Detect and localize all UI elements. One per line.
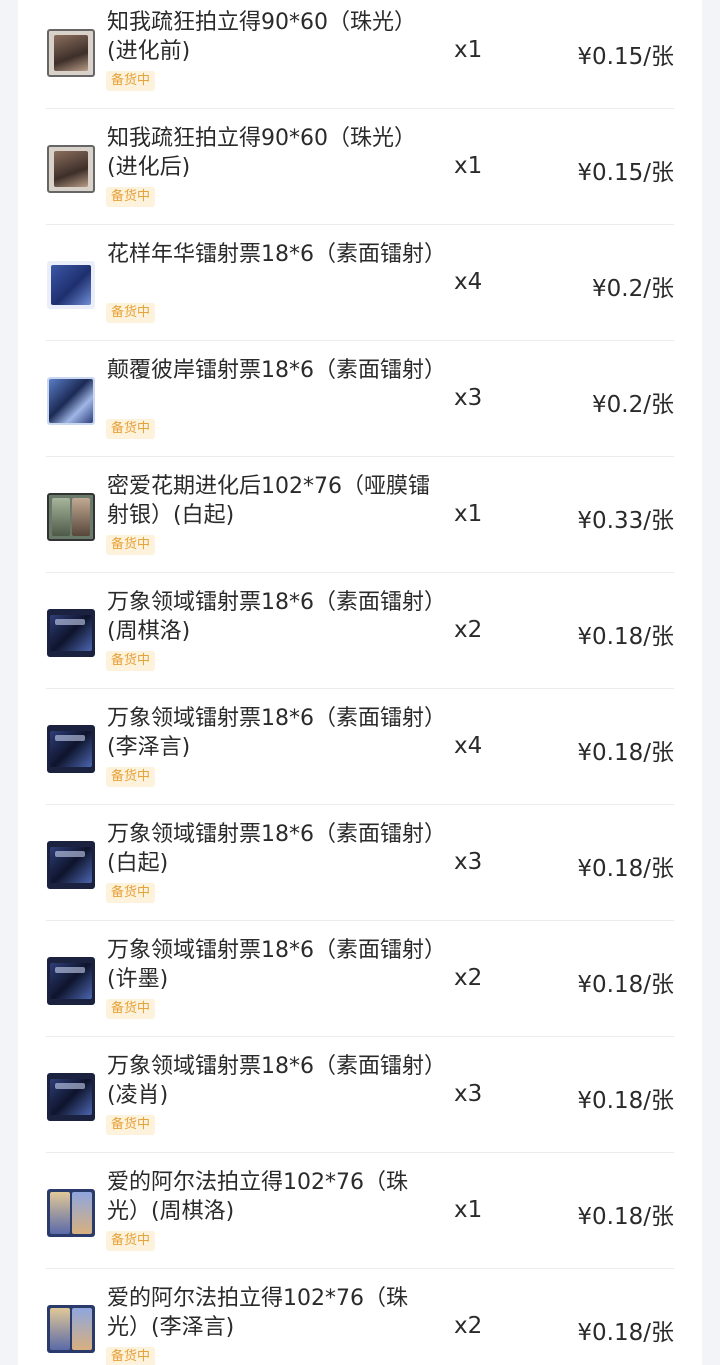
- thumbnail-art: [54, 35, 88, 71]
- thumbnail-detail: [55, 851, 85, 857]
- item-quantity: x1: [454, 153, 483, 179]
- item-quantity: x1: [454, 501, 483, 527]
- status-badge: 备货中: [106, 883, 156, 903]
- product-thumbnail[interactable]: [47, 29, 95, 77]
- product-title[interactable]: 万象领域镭射票18*6（素面镭射）(李泽言): [107, 704, 437, 762]
- order-item-row[interactable]: 颠覆彼岸镭射票18*6（素面镭射） 备货中 x3 ¥0.2/张: [46, 341, 674, 457]
- status-badge: 备货中: [106, 1115, 156, 1135]
- order-item-row[interactable]: 爱的阿尔法拍立得102*76（珠光）(李泽言) 备货中 x2 ¥0.18/张: [46, 1269, 674, 1365]
- product-title[interactable]: 万象领域镭射票18*6（素面镭射）(许墨): [107, 936, 437, 994]
- thumbnail-art: [51, 265, 91, 305]
- thumbnail-detail: [72, 498, 90, 536]
- product-thumbnail[interactable]: [47, 609, 95, 657]
- status-badge: 备货中: [106, 187, 156, 207]
- status-badge: 备货中: [106, 419, 156, 439]
- status-badge: 备货中: [106, 535, 156, 555]
- thumbnail-detail: [55, 619, 85, 625]
- unit-price: ¥0.15/张: [577, 160, 674, 186]
- unit-price: ¥0.15/张: [577, 44, 674, 70]
- product-thumbnail[interactable]: [47, 1305, 95, 1353]
- product-thumbnail[interactable]: [47, 145, 95, 193]
- product-title[interactable]: 知我疏狂拍立得90*60（珠光）(进化前): [107, 8, 437, 66]
- item-quantity: x1: [454, 1197, 483, 1223]
- item-quantity: x3: [454, 849, 483, 875]
- product-thumbnail[interactable]: [47, 725, 95, 773]
- item-quantity: x3: [454, 1081, 483, 1107]
- product-thumbnail[interactable]: [47, 1073, 95, 1121]
- unit-price: ¥0.18/张: [577, 624, 674, 650]
- order-item-row[interactable]: 花样年华镭射票18*6（素面镭射） 备货中 x4 ¥0.2/张: [46, 225, 674, 341]
- product-title[interactable]: 爱的阿尔法拍立得102*76（珠光）(周棋洛): [107, 1168, 437, 1226]
- product-title[interactable]: 密爱花期进化后102*76（哑膜镭射银）(白起): [107, 472, 437, 530]
- product-thumbnail[interactable]: [47, 841, 95, 889]
- status-badge: 备货中: [106, 1347, 156, 1365]
- order-item-row[interactable]: 万象领域镭射票18*6（素面镭射）(凌肖) 备货中 x3 ¥0.18/张: [46, 1037, 674, 1153]
- unit-price: ¥0.18/张: [577, 1204, 674, 1230]
- product-title[interactable]: 颠覆彼岸镭射票18*6（素面镭射）: [107, 356, 446, 385]
- order-item-row[interactable]: 万象领域镭射票18*6（素面镭射）(周棋洛) 备货中 x2 ¥0.18/张: [46, 573, 674, 689]
- product-title[interactable]: 万象领域镭射票18*6（素面镭射）(凌肖): [107, 1052, 437, 1110]
- unit-price: ¥0.2/张: [592, 392, 674, 418]
- product-title[interactable]: 万象领域镭射票18*6（素面镭射）(周棋洛): [107, 588, 437, 646]
- unit-price: ¥0.18/张: [577, 972, 674, 998]
- unit-price: ¥0.18/张: [577, 1088, 674, 1114]
- item-quantity: x3: [454, 385, 483, 411]
- product-thumbnail[interactable]: [47, 493, 95, 541]
- thumbnail-detail: [55, 967, 85, 973]
- item-quantity: x4: [454, 269, 483, 295]
- unit-price: ¥0.18/张: [577, 740, 674, 766]
- item-quantity: x2: [454, 965, 483, 991]
- unit-price: ¥0.33/张: [577, 508, 674, 534]
- unit-price: ¥0.18/张: [577, 856, 674, 882]
- order-item-row[interactable]: 密爱花期进化后102*76（哑膜镭射银）(白起) 备货中 x1 ¥0.33/张: [46, 457, 674, 573]
- product-title[interactable]: 万象领域镭射票18*6（素面镭射）(白起): [107, 820, 437, 878]
- order-items-card: 知我疏狂拍立得90*60（珠光）(进化前) 备货中 x1 ¥0.15/张 知我疏…: [18, 0, 702, 1365]
- item-quantity: x2: [454, 617, 483, 643]
- status-badge: 备货中: [106, 767, 156, 787]
- order-item-list: 知我疏狂拍立得90*60（珠光）(进化前) 备货中 x1 ¥0.15/张 知我疏…: [46, 0, 674, 1365]
- item-quantity: x4: [454, 733, 483, 759]
- order-item-row[interactable]: 爱的阿尔法拍立得102*76（珠光）(周棋洛) 备货中 x1 ¥0.18/张: [46, 1153, 674, 1269]
- order-item-row[interactable]: 万象领域镭射票18*6（素面镭射）(许墨) 备货中 x2 ¥0.18/张: [46, 921, 674, 1037]
- item-quantity: x1: [454, 37, 483, 63]
- thumbnail-detail: [55, 1083, 85, 1089]
- thumbnail-detail: [72, 1192, 92, 1234]
- product-title[interactable]: 知我疏狂拍立得90*60（珠光）(进化后): [107, 124, 437, 182]
- product-thumbnail[interactable]: [47, 377, 95, 425]
- thumbnail-art: [50, 1192, 70, 1234]
- order-item-row[interactable]: 万象领域镭射票18*6（素面镭射）(李泽言) 备货中 x4 ¥0.18/张: [46, 689, 674, 805]
- product-title[interactable]: 花样年华镭射票18*6（素面镭射）: [107, 240, 446, 269]
- thumbnail-art: [50, 1308, 70, 1350]
- order-item-row[interactable]: 知我疏狂拍立得90*60（珠光）(进化后) 备货中 x1 ¥0.15/张: [46, 109, 674, 225]
- status-badge: 备货中: [106, 1231, 156, 1251]
- status-badge: 备货中: [106, 303, 156, 323]
- unit-price: ¥0.2/张: [592, 276, 674, 302]
- product-thumbnail[interactable]: [47, 957, 95, 1005]
- thumbnail-art: [54, 151, 88, 187]
- product-title[interactable]: 爱的阿尔法拍立得102*76（珠光）(李泽言): [107, 1284, 437, 1342]
- thumbnail-detail: [55, 735, 85, 741]
- thumbnail-art: [52, 498, 70, 536]
- status-badge: 备货中: [106, 71, 156, 91]
- product-thumbnail[interactable]: [47, 261, 95, 309]
- thumbnail-detail: [72, 1308, 92, 1350]
- status-badge: 备货中: [106, 651, 156, 671]
- unit-price: ¥0.18/张: [577, 1320, 674, 1346]
- product-thumbnail[interactable]: [47, 1189, 95, 1237]
- order-item-row[interactable]: 万象领域镭射票18*6（素面镭射）(白起) 备货中 x3 ¥0.18/张: [46, 805, 674, 921]
- order-item-row[interactable]: 知我疏狂拍立得90*60（珠光）(进化前) 备货中 x1 ¥0.15/张: [46, 0, 674, 109]
- status-badge: 备货中: [106, 999, 156, 1019]
- thumbnail-art: [49, 379, 93, 423]
- item-quantity: x2: [454, 1313, 483, 1339]
